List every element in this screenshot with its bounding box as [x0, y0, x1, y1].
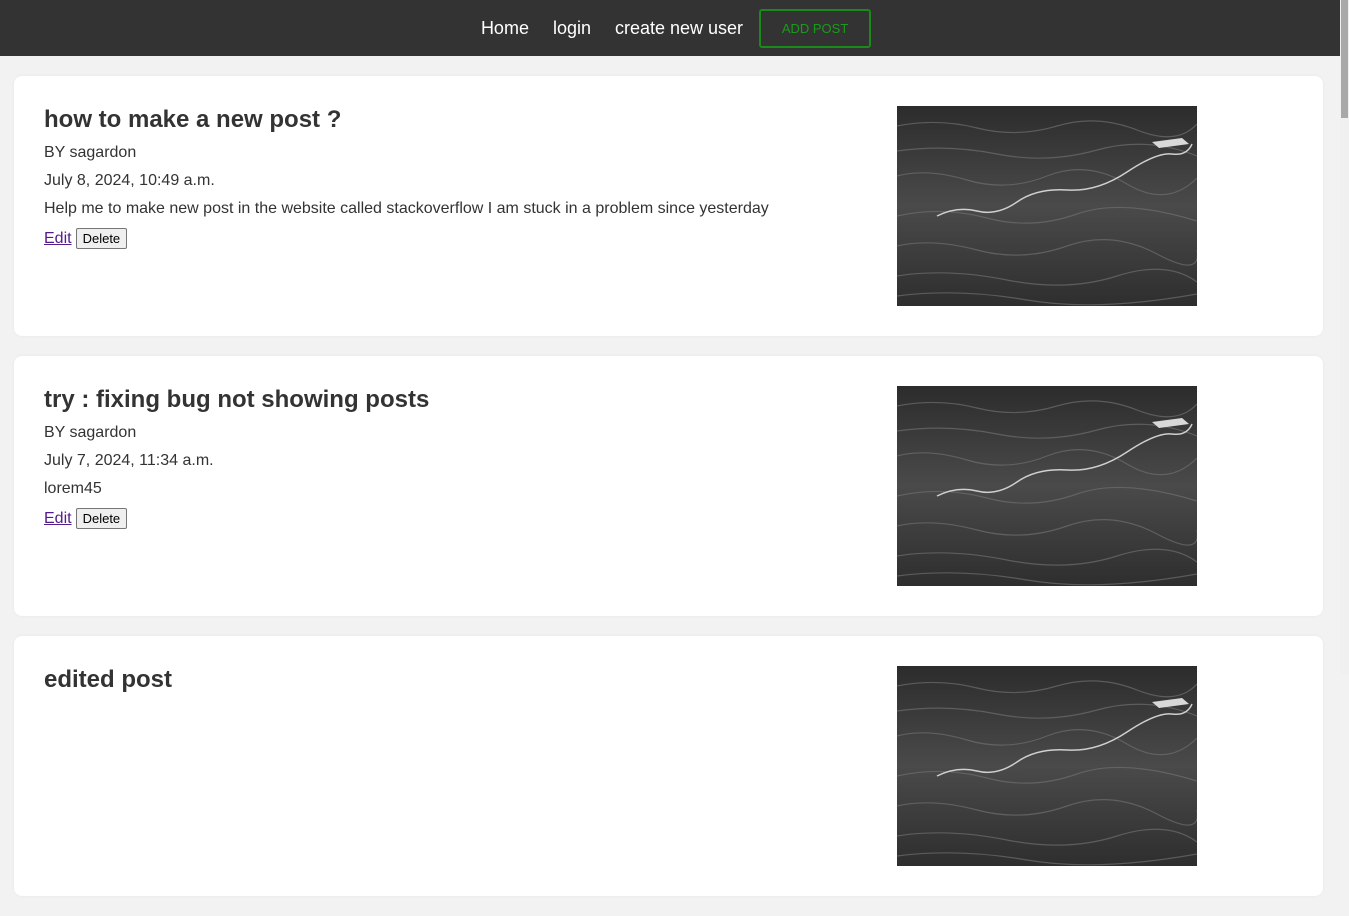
edit-link[interactable]: Edit	[44, 510, 72, 528]
post-body: lorem45	[44, 480, 102, 497]
post-image	[897, 666, 1197, 866]
edit-link[interactable]: Edit	[44, 230, 72, 248]
post-card: how to make a new post ? BY sagardon Jul…	[14, 76, 1323, 336]
page-scrollbar[interactable]	[1340, 0, 1349, 674]
nav-login-link[interactable]: login	[553, 18, 591, 38]
post-content: try : fixing bug not showing posts BY sa…	[44, 386, 864, 529]
post-content: how to make a new post ? BY sagardon Jul…	[44, 106, 864, 249]
post-date: July 7, 2024, 11:34 a.m.	[44, 452, 214, 469]
post-card: try : fixing bug not showing posts BY sa…	[14, 356, 1323, 616]
post-actions: Edit Delete	[44, 228, 864, 249]
nav-home-link[interactable]: Home	[481, 18, 529, 38]
post-date: July 8, 2024, 10:49 a.m.	[44, 172, 215, 189]
post-actions: Edit Delete	[44, 508, 864, 529]
post-body: Help me to make new post in the website …	[44, 200, 769, 217]
post-title: edited post	[44, 666, 173, 693]
top-navbar: Home login create new user ADD POST	[0, 0, 1340, 56]
post-content: edited post	[44, 666, 864, 704]
post-title: try : fixing bug not showing posts	[44, 386, 430, 413]
post-author: BY sagardon	[44, 424, 137, 441]
post-image	[897, 386, 1197, 586]
delete-button[interactable]: Delete	[75, 228, 128, 249]
post-list: how to make a new post ? BY sagardon Jul…	[14, 76, 1323, 916]
add-post-button[interactable]: ADD POST	[759, 8, 872, 48]
post-author: BY sagardon	[44, 144, 137, 161]
post-card: edited post	[14, 636, 1323, 896]
post-title: how to make a new post ?	[44, 106, 342, 133]
delete-button[interactable]: Delete	[75, 508, 128, 529]
scrollbar-thumb[interactable]	[1341, 0, 1348, 118]
nav-create-user-link[interactable]: create new user	[615, 18, 743, 38]
post-image	[897, 106, 1197, 306]
